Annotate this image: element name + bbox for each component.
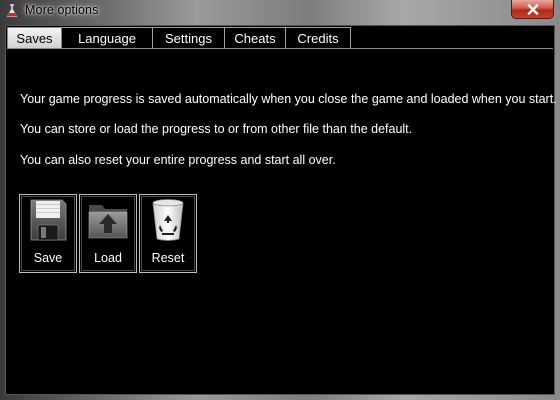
close-button[interactable] bbox=[511, 0, 554, 19]
load-button[interactable]: Load bbox=[79, 194, 137, 273]
info-text-autosave: Your game progress is saved automaticall… bbox=[20, 92, 557, 106]
reset-button-label: Reset bbox=[151, 251, 185, 265]
title-bar[interactable]: More options bbox=[0, 0, 560, 22]
load-button-label: Load bbox=[94, 251, 122, 265]
tab-settings[interactable]: Settings bbox=[153, 27, 225, 49]
info-text-store-load: You can store or load the progress to or… bbox=[20, 122, 413, 136]
client-area: Saves Language Settings Cheats Credits Y… bbox=[5, 25, 557, 395]
window-title: More options bbox=[25, 3, 99, 17]
tab-language[interactable]: Language bbox=[62, 27, 153, 49]
tab-credits[interactable]: Credits bbox=[286, 27, 351, 49]
tab-label: Language bbox=[78, 30, 136, 46]
app-icon bbox=[6, 3, 18, 18]
tab-label: Credits bbox=[297, 30, 339, 46]
info-text-reset: You can also reset your entire progress … bbox=[20, 153, 336, 167]
tab-label: Cheats bbox=[234, 30, 276, 46]
tab-strip: Saves Language Settings Cheats Credits bbox=[7, 27, 351, 49]
recycle-bin-icon bbox=[152, 199, 184, 241]
close-icon bbox=[526, 3, 539, 15]
save-button-label: Save bbox=[33, 251, 63, 265]
save-button[interactable]: Save bbox=[19, 194, 77, 273]
tab-label: Settings bbox=[165, 30, 212, 46]
reset-button[interactable]: Reset bbox=[139, 194, 197, 273]
tab-cheats[interactable]: Cheats bbox=[225, 27, 286, 49]
tab-saves[interactable]: Saves bbox=[7, 27, 62, 49]
saves-panel: Your game progress is saved automaticall… bbox=[7, 48, 557, 395]
tab-label: Saves bbox=[16, 30, 53, 46]
floppy-disk-icon bbox=[30, 199, 67, 241]
folder-upload-icon bbox=[88, 205, 128, 239]
window: More options Saves Language Settings Che… bbox=[0, 0, 560, 400]
